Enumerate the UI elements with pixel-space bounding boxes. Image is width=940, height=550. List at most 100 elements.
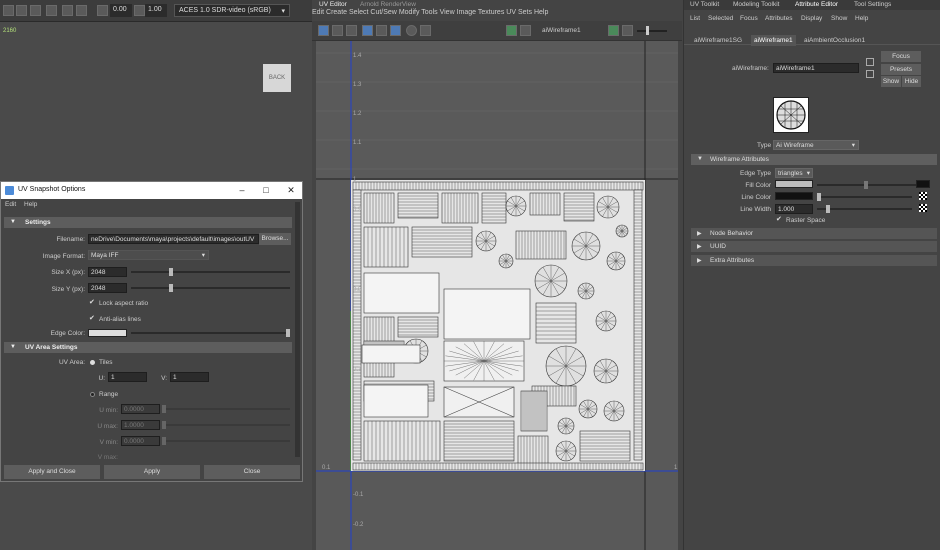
exposure-slider[interactable] bbox=[637, 30, 667, 32]
menu-edit[interactable]: Edit bbox=[312, 9, 324, 16]
grid-icon[interactable] bbox=[46, 5, 57, 16]
size-y-input[interactable]: 2048 bbox=[88, 283, 127, 293]
menu-selected[interactable]: Selected bbox=[708, 15, 733, 22]
line-width-input[interactable]: 1.000 bbox=[775, 204, 813, 214]
uv-canvas[interactable]: 1.41.31.21.110.90.80.7-0.1-0.20.1 1 bbox=[316, 41, 678, 550]
type-dropdown[interactable]: Ai Wireframe ▾ bbox=[773, 140, 859, 150]
apply-and-close-button[interactable]: Apply and Close bbox=[4, 465, 100, 479]
zoom-icon[interactable] bbox=[3, 5, 14, 16]
view-transform-dropdown[interactable]: ACES 1.0 SDR-video (sRGB) ▾ bbox=[174, 4, 290, 17]
hide-button[interactable]: Hide bbox=[902, 76, 921, 87]
focus-button[interactable]: Focus bbox=[881, 51, 921, 62]
refresh-icon[interactable] bbox=[608, 25, 619, 36]
menu-edit[interactable]: Edit bbox=[5, 201, 16, 208]
filename-input[interactable]: neDrive\Documents\maya\projects\default\… bbox=[88, 234, 259, 244]
menu-select[interactable]: Select bbox=[349, 9, 368, 16]
minimize-icon[interactable]: – bbox=[235, 184, 249, 197]
u-max-slider-handle[interactable] bbox=[162, 421, 166, 429]
grid-toggle-icon[interactable] bbox=[362, 25, 373, 36]
uv-viewport[interactable]: 1.4 1.3 1.2 1.1 1 0.9 0.8 0.7 -0.1 -0.2 0.1 1 bbox=[316, 41, 678, 550]
maximize-icon[interactable]: □ bbox=[259, 184, 273, 197]
eyedropper-icon[interactable] bbox=[16, 5, 27, 16]
tab-arnold-renderview[interactable]: Arnold RenderView bbox=[360, 1, 416, 8]
fill-color-slider-handle[interactable] bbox=[864, 181, 868, 189]
select-output-icon[interactable] bbox=[866, 70, 874, 78]
gamma-icon[interactable] bbox=[134, 5, 145, 16]
tab-aiwireframe1[interactable]: aiWireframe1 bbox=[751, 35, 796, 46]
edge-type-dropdown[interactable]: triangles ▾ bbox=[775, 168, 813, 178]
menu-uv-sets[interactable]: UV Sets bbox=[506, 9, 532, 16]
menu-focus[interactable]: Focus bbox=[740, 15, 758, 22]
menu-cut-sew[interactable]: Cut/Sew bbox=[370, 9, 396, 16]
u-min-slider-handle[interactable] bbox=[162, 405, 166, 413]
u-max-input[interactable]: 1.0000 bbox=[121, 420, 160, 430]
node-behavior-header[interactable]: ▶ Node Behavior bbox=[691, 228, 937, 239]
menu-tools[interactable]: Tools bbox=[421, 9, 437, 16]
select-input-icon[interactable] bbox=[866, 58, 874, 66]
edge-color-slider[interactable] bbox=[131, 332, 290, 334]
u-tiles-input[interactable]: 1 bbox=[108, 372, 147, 382]
tab-tool-settings[interactable]: Tool Settings bbox=[854, 1, 891, 8]
dim-image-icon[interactable] bbox=[346, 25, 357, 36]
line-width-slider-handle[interactable] bbox=[826, 205, 830, 213]
lock-aspect-checkbox[interactable]: ✔ bbox=[89, 299, 97, 307]
menu-list[interactable]: List bbox=[690, 15, 700, 22]
image-lock-icon[interactable] bbox=[332, 25, 343, 36]
fill-color-slider[interactable] bbox=[817, 184, 929, 186]
menu-display[interactable]: Display bbox=[801, 15, 822, 22]
fill-color-swatch[interactable] bbox=[775, 180, 813, 188]
shaded-icon[interactable] bbox=[406, 25, 417, 36]
line-color-swatch[interactable] bbox=[775, 192, 813, 200]
size-x-input[interactable]: 2048 bbox=[88, 267, 127, 277]
tab-uv-editor[interactable]: UV Editor bbox=[319, 1, 347, 8]
close-icon[interactable]: ✕ bbox=[284, 184, 298, 197]
v-min-input[interactable]: 0.0000 bbox=[121, 436, 160, 446]
menu-help[interactable]: Help bbox=[24, 201, 37, 208]
back-button[interactable]: BACK bbox=[263, 64, 291, 92]
settings-section-header[interactable]: ▼ Settings bbox=[4, 217, 292, 228]
menu-show[interactable]: Show bbox=[831, 15, 847, 22]
extra-attributes-header[interactable]: ▶ Extra Attributes bbox=[691, 255, 937, 266]
tab-uv-toolkit[interactable]: UV Toolkit bbox=[690, 1, 719, 8]
color-channels-icon[interactable] bbox=[76, 5, 87, 16]
fill-color-map-button[interactable] bbox=[916, 180, 930, 188]
v-min-slider[interactable] bbox=[164, 440, 290, 442]
diamond-icon[interactable] bbox=[30, 5, 41, 16]
copy-icon[interactable] bbox=[62, 5, 73, 16]
exposure-field[interactable]: 0.00 bbox=[110, 4, 132, 17]
browse-button[interactable]: Browse... bbox=[259, 233, 291, 245]
line-color-slider[interactable] bbox=[817, 196, 912, 198]
snap-icon[interactable] bbox=[376, 25, 387, 36]
tab-attribute-editor[interactable]: Attribute Editor bbox=[795, 1, 838, 8]
uv-shell-icon[interactable] bbox=[318, 25, 329, 36]
exposure-slider-handle[interactable] bbox=[646, 26, 649, 35]
dialog-title-bar[interactable]: UV Snapshot Options – □ ✕ bbox=[1, 182, 302, 199]
menu-create[interactable]: Create bbox=[326, 9, 347, 16]
line-width-slider[interactable] bbox=[817, 208, 912, 210]
presets-button[interactable]: Presets bbox=[881, 64, 921, 75]
node-name-input[interactable]: aiWireframe1 bbox=[773, 63, 859, 73]
tab-aiwireframe1sg[interactable]: aiWireframe1SG bbox=[694, 37, 742, 44]
gamma-field[interactable]: 1.00 bbox=[145, 4, 167, 17]
dialog-scrollbar[interactable] bbox=[295, 202, 300, 457]
menu-help[interactable]: Help bbox=[534, 9, 548, 16]
v-tiles-input[interactable]: 1 bbox=[170, 372, 209, 382]
image-format-dropdown[interactable]: Maya IFF ▾ bbox=[88, 250, 209, 260]
u-min-slider[interactable] bbox=[164, 408, 290, 410]
size-y-slider[interactable] bbox=[131, 287, 290, 289]
tab-modeling-toolkit[interactable]: Modeling Toolkit bbox=[733, 1, 780, 8]
texture-name[interactable]: aiWireframe1 bbox=[542, 27, 581, 34]
menu-image[interactable]: Image bbox=[457, 9, 476, 16]
antialias-checkbox[interactable]: ✔ bbox=[89, 315, 97, 323]
u-max-slider[interactable] bbox=[164, 424, 290, 426]
camera-icon[interactable] bbox=[420, 25, 431, 36]
menu-view[interactable]: View bbox=[440, 9, 455, 16]
tab-aiambientocclusion1[interactable]: aiAmbientOcclusion1 bbox=[804, 37, 865, 44]
checker-icon[interactable] bbox=[390, 25, 401, 36]
texture-list-icon[interactable] bbox=[520, 25, 531, 36]
show-button[interactable]: Show bbox=[881, 76, 901, 87]
raster-space-checkbox[interactable]: ✔ bbox=[776, 216, 784, 224]
menu-modify[interactable]: Modify bbox=[399, 9, 420, 16]
v-min-slider-handle[interactable] bbox=[162, 437, 166, 445]
apply-button[interactable]: Apply bbox=[104, 465, 200, 479]
